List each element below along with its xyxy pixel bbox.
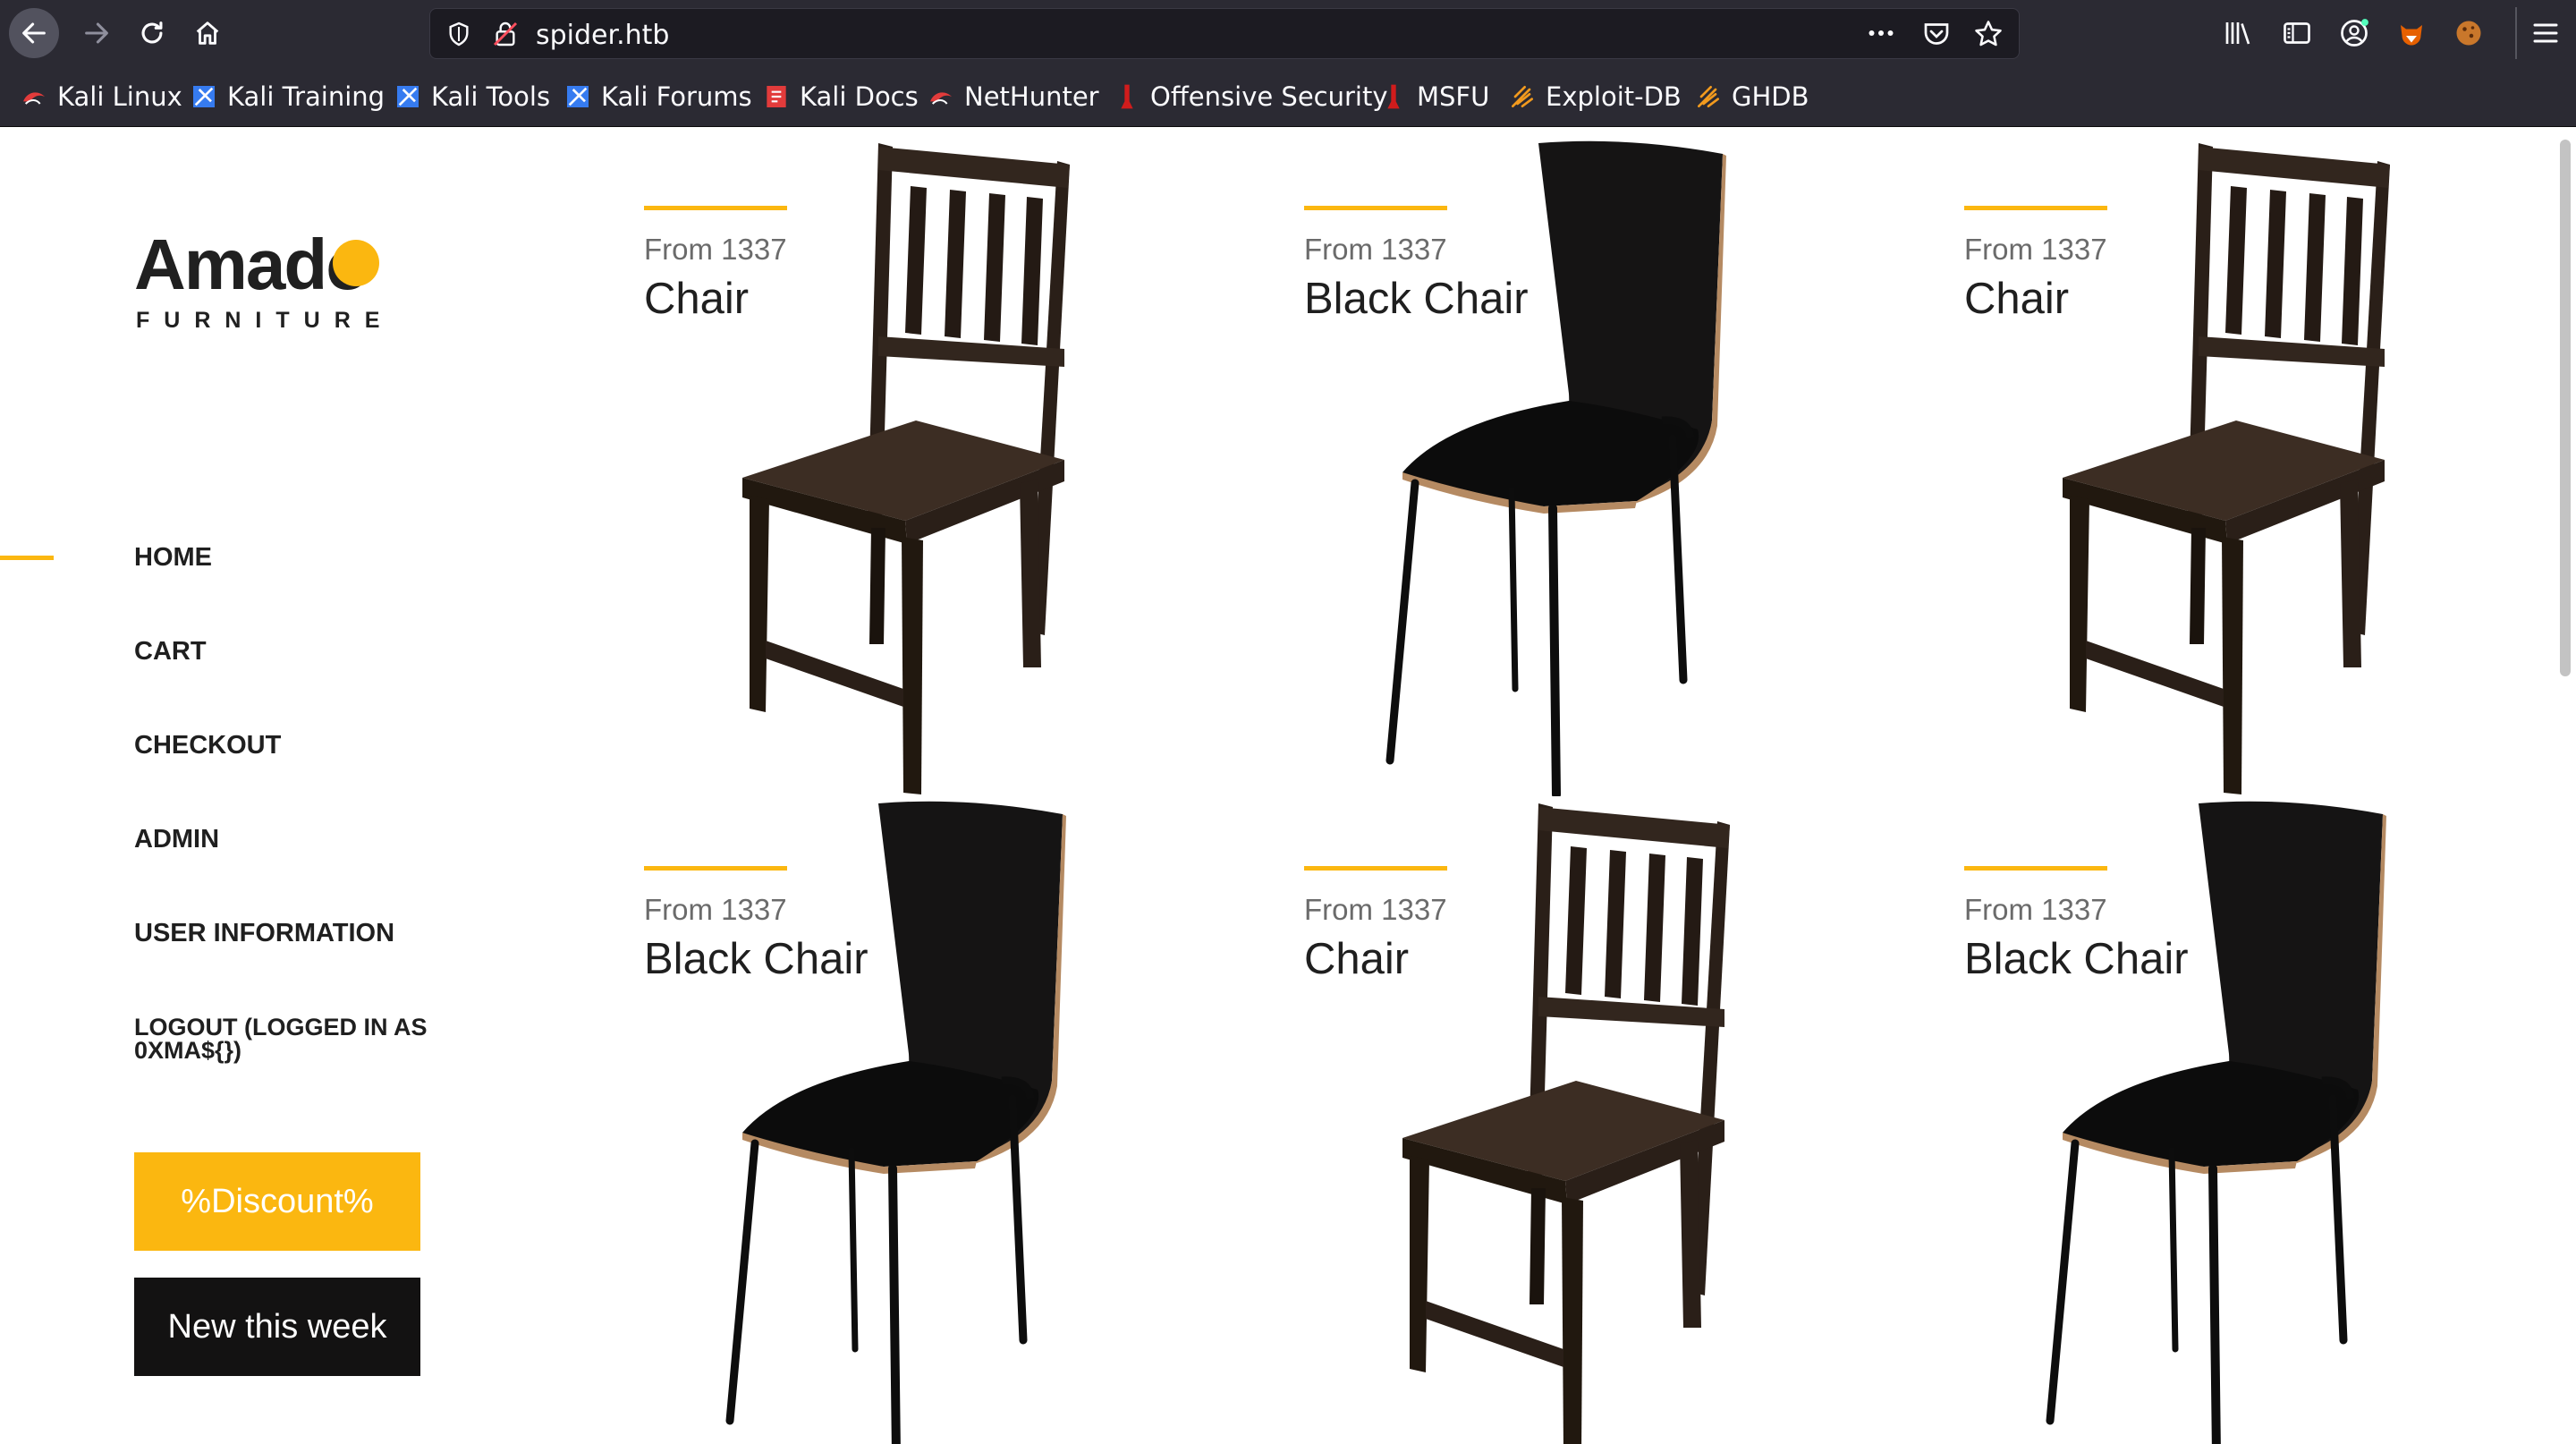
product-name: Black Chair	[1304, 275, 1529, 323]
library-icon[interactable]	[2222, 17, 2254, 49]
nav-admin[interactable]: ADMIN	[134, 827, 219, 853]
bookmark-offensive-security[interactable]: Offensive Security	[1113, 81, 1388, 113]
page-actions-icon[interactable]	[1863, 17, 1899, 49]
home-icon	[196, 21, 219, 45]
page-scrollbar[interactable]	[2555, 127, 2576, 1444]
browser-toolbar: spider.htb	[0, 0, 2576, 66]
product-accent-line	[644, 866, 787, 871]
back-arrow-icon	[22, 22, 46, 44]
bookmark-msfu[interactable]: MSFU	[1379, 81, 1489, 113]
nav-home[interactable]: HOME	[134, 545, 212, 571]
kali-training-icon	[193, 86, 215, 107]
bookmark-ghdb[interactable]: GHDB	[1694, 81, 1809, 113]
product-accent-line	[1964, 866, 2107, 871]
reload-icon	[141, 21, 163, 44]
bookmark-label: Kali Forums	[601, 81, 752, 112]
new-this-week-button[interactable]: New this week	[134, 1278, 420, 1376]
discount-button[interactable]: %Discount%	[134, 1152, 420, 1251]
wooden-chair-image	[1402, 803, 1730, 1444]
pocket-icon[interactable]	[1920, 18, 1953, 50]
product-price: From 1337	[1304, 233, 1447, 266]
product-price: From 1337	[644, 893, 787, 926]
bookmark-label: Kali Tools	[431, 81, 551, 112]
product-card[interactable]: From 1337 Black Chair	[644, 794, 1306, 1444]
nav-logout[interactable]: LOGOUT (LOGGED IN AS 0XMA${})	[134, 1015, 465, 1063]
bookmark-nethunter[interactable]: NetHunter	[927, 81, 1099, 113]
product-card[interactable]: From 1337 Black Chair	[1964, 794, 2576, 1444]
logo-dot	[333, 240, 379, 286]
nav-cart[interactable]: CART	[134, 639, 207, 665]
bookmark-label: Kali Linux	[57, 81, 182, 112]
bookmark-label: Kali Docs	[800, 81, 919, 112]
product-card[interactable]: From 1337 Chair	[1964, 134, 2576, 796]
bookmark-kali-docs[interactable]: Kali Docs	[762, 81, 919, 113]
msfu-icon	[1387, 84, 1400, 109]
product-price: From 1337	[644, 233, 787, 266]
kali-forums-icon	[567, 86, 589, 107]
bookmark-label: GHDB	[1732, 81, 1809, 112]
tracking-shield-icon[interactable]	[445, 20, 473, 48]
bookmark-exploit-db[interactable]: Exploit-DB	[1508, 81, 1682, 113]
url-bar[interactable]: spider.htb	[429, 8, 2020, 59]
account-icon[interactable]	[2338, 17, 2370, 49]
product-accent-line	[644, 206, 787, 210]
bookmark-kali-forums[interactable]: Kali Forums	[564, 81, 752, 113]
product-card[interactable]: From 1337 Chair	[1304, 794, 1966, 1444]
url-text[interactable]: spider.htb	[536, 20, 669, 51]
product-name: Chair	[1964, 275, 2070, 323]
extension-fox-icon[interactable]	[2395, 17, 2428, 49]
bookmark-kali-training[interactable]: Kali Training	[190, 81, 385, 113]
kali-dragon-icon	[23, 92, 45, 105]
offsec-icon	[1121, 84, 1133, 109]
bookmark-kali-linux[interactable]: Kali Linux	[20, 81, 182, 113]
bookmark-label: Kali Training	[227, 81, 386, 112]
exploit-db-icon	[1512, 86, 1533, 107]
page-content: Amado FURNITURE HOME CART CHECKOUT ADMIN…	[0, 127, 2576, 1444]
bookmark-label: MSFU	[1417, 81, 1490, 112]
product-name: Chair	[1304, 935, 1410, 983]
bookmark-label: NetHunter	[964, 81, 1099, 112]
home-button[interactable]	[182, 8, 233, 58]
bookmark-label: Offensive Security	[1150, 81, 1388, 112]
nav-user-information[interactable]: USER INFORMATION	[134, 921, 394, 947]
ghdb-icon	[1698, 86, 1719, 107]
product-card[interactable]: From 1337 Black Chair	[1304, 134, 1966, 796]
kali-tools-icon	[397, 86, 419, 107]
product-name: Black Chair	[1964, 935, 2189, 983]
nethunter-icon	[930, 92, 952, 105]
hamburger-menu-icon[interactable]	[2529, 17, 2562, 49]
black-chair-image	[644, 794, 1306, 1444]
sidebar-icon[interactable]	[2281, 17, 2313, 49]
insecure-lock-icon[interactable]	[491, 20, 520, 48]
toolbar-separator	[2515, 7, 2517, 59]
back-button[interactable]	[9, 8, 59, 58]
nav-checkout[interactable]: CHECKOUT	[134, 733, 281, 759]
logo-subtitle: FURNITURE	[136, 308, 394, 333]
scrollbar-thumb[interactable]	[2560, 140, 2571, 676]
forward-arrow-icon	[85, 22, 108, 44]
product-name: Chair	[644, 275, 750, 323]
cookie-extension-icon[interactable]	[2453, 17, 2485, 49]
bookmark-star-icon[interactable]	[1972, 18, 2004, 50]
forward-button[interactable]	[72, 8, 122, 58]
product-price: From 1337	[1304, 893, 1447, 926]
product-accent-line	[1304, 866, 1447, 871]
product-price: From 1337	[1964, 893, 2107, 926]
kali-docs-icon	[767, 86, 786, 107]
bookmark-kali-tools[interactable]: Kali Tools	[394, 81, 550, 113]
black-chair-image	[1964, 794, 2576, 1444]
product-accent-line	[1304, 206, 1447, 210]
active-nav-indicator	[0, 556, 54, 560]
bookmark-label: Exploit-DB	[1546, 81, 1682, 112]
reload-button[interactable]	[127, 8, 177, 58]
product-name: Black Chair	[644, 935, 869, 983]
product-accent-line	[1964, 206, 2107, 210]
product-card[interactable]: From 1337 Chair	[644, 134, 1306, 796]
product-price: From 1337	[1964, 233, 2107, 266]
